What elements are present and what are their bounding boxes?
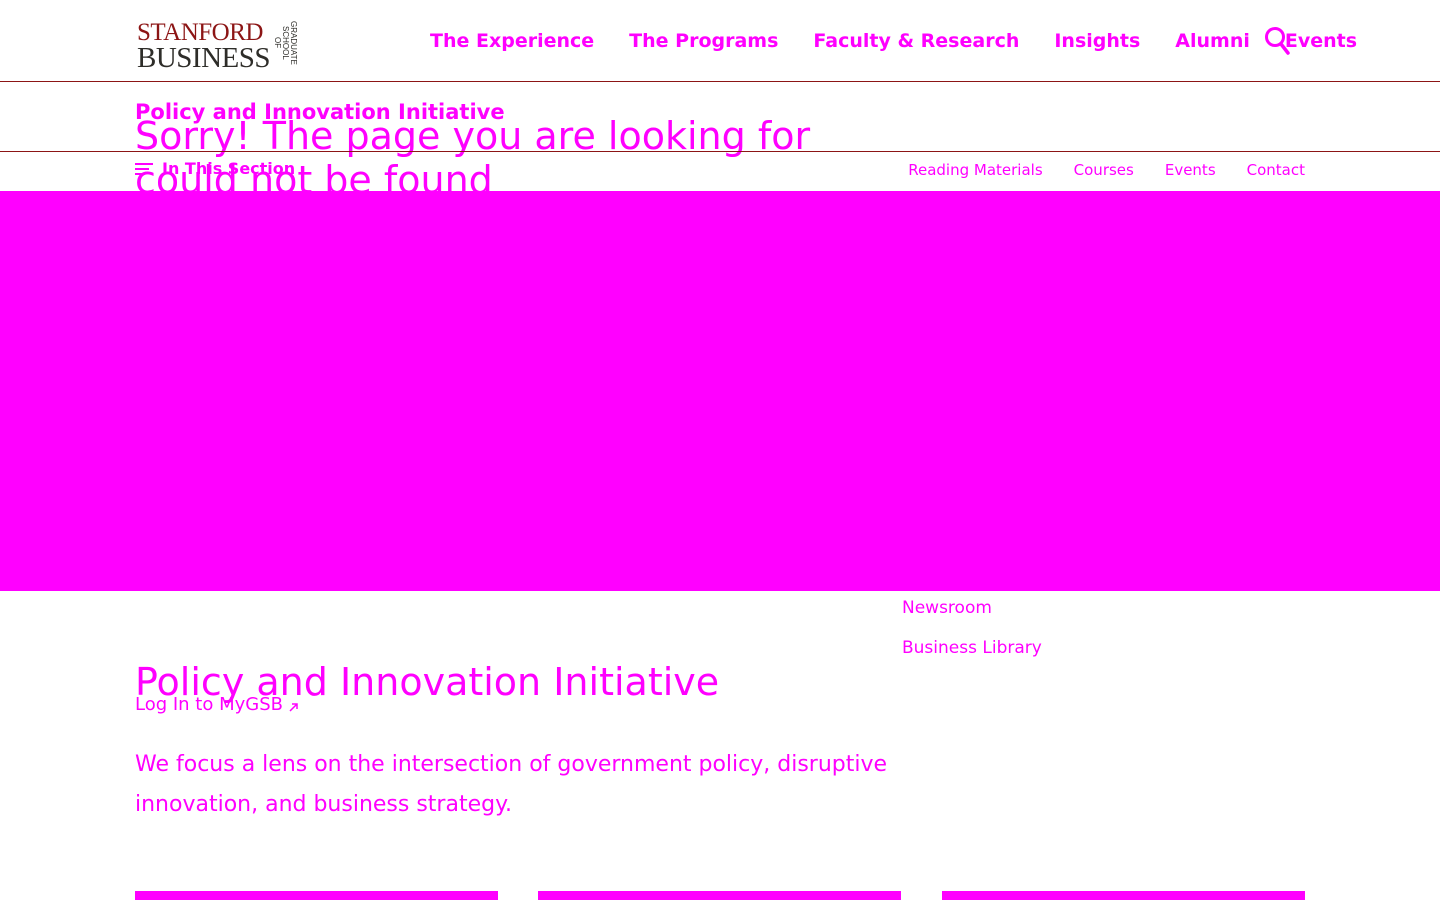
subnav-courses[interactable]: Courses bbox=[1074, 161, 1134, 179]
intro-paragraph: We focus a lens on the intersection of g… bbox=[135, 752, 888, 817]
feature-card-1[interactable] bbox=[135, 891, 498, 900]
subnav-reading-materials[interactable]: Reading Materials bbox=[908, 161, 1042, 179]
logo-line-business: BUSINESS bbox=[137, 42, 271, 74]
nav-faculty-research[interactable]: Faculty & Research bbox=[813, 30, 1019, 52]
utility-newsroom[interactable]: Newsroom bbox=[902, 598, 1042, 618]
logo-line-gsb: GRADUATE SCHOOL OF bbox=[273, 21, 298, 65]
nav-alumni[interactable]: Alumni bbox=[1175, 30, 1250, 52]
section-divider bbox=[0, 151, 1440, 152]
nav-insights[interactable]: Insights bbox=[1054, 30, 1140, 52]
logo-wordmark: STANFORD BUSINESS bbox=[137, 20, 271, 74]
feature-card-3[interactable] bbox=[942, 891, 1305, 900]
utility-business-library[interactable]: Business Library bbox=[902, 638, 1042, 658]
menu-icon bbox=[135, 162, 153, 175]
in-this-section-label: In This Section bbox=[162, 159, 296, 178]
stanford-gsb-logo[interactable]: STANFORD BUSINESS GRADUATE SCHOOL OF bbox=[137, 20, 298, 73]
nav-the-experience[interactable]: The Experience bbox=[430, 30, 594, 52]
section-subnav: Reading Materials Courses Events Contact bbox=[908, 161, 1305, 179]
hero-banner bbox=[0, 191, 1440, 591]
main-navigation: The Experience The Programs Faculty & Re… bbox=[430, 30, 1357, 52]
feature-card-2[interactable] bbox=[538, 891, 901, 900]
utility-links: Newsroom Business Library bbox=[902, 598, 1042, 658]
search-icon[interactable] bbox=[1264, 26, 1290, 56]
site-header: STANFORD BUSINESS GRADUATE SCHOOL OF The… bbox=[0, 0, 1440, 82]
subnav-events[interactable]: Events bbox=[1165, 161, 1216, 179]
error-message: Sorry! The page you are looking for coul… bbox=[135, 114, 811, 202]
login-link[interactable]: Log In to MyGSB bbox=[135, 694, 299, 715]
external-link-icon bbox=[289, 702, 298, 712]
nav-the-programs[interactable]: The Programs bbox=[629, 30, 778, 52]
in-this-section-toggle[interactable]: In This Section bbox=[135, 159, 295, 178]
subnav-contact[interactable]: Contact bbox=[1247, 161, 1305, 179]
nav-events[interactable]: Events bbox=[1285, 30, 1357, 52]
login-label: Log In to MyGSB bbox=[135, 694, 284, 715]
